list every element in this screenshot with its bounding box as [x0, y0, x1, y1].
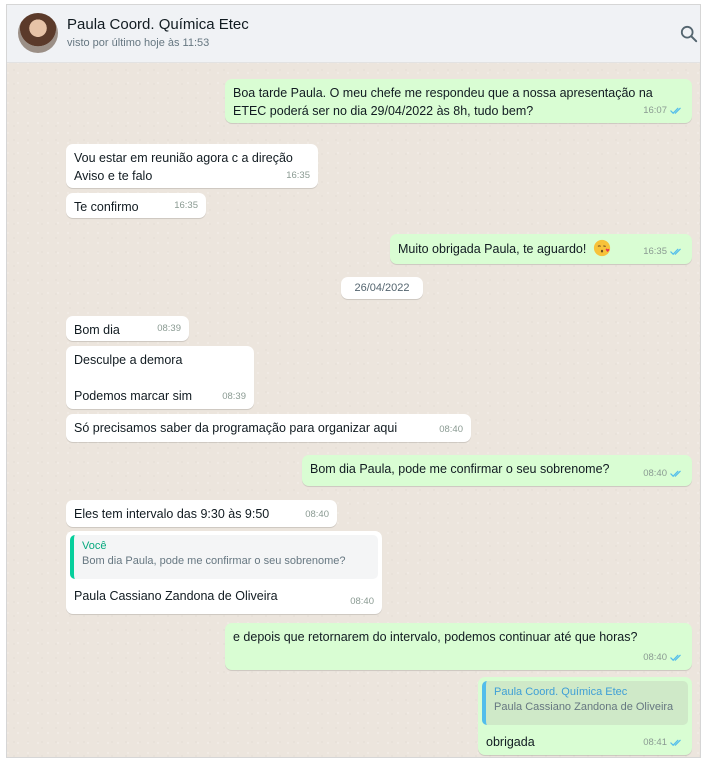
message-text: Boa tarde Paula. O meu chefe me responde…: [233, 86, 657, 118]
double-check-icon: [670, 654, 681, 662]
incoming-reply-message[interactable]: Você Bom dia Paula, pode me confirmar o …: [66, 531, 382, 614]
incoming-message[interactable]: Te confirmo 16:35: [66, 193, 206, 218]
message-text: Paula Cassiano Zandona de Oliveira: [74, 589, 278, 603]
quoted-text: Bom dia Paula, pode me confirmar o seu s…: [82, 555, 346, 567]
outgoing-message[interactable]: e depois que retornarem do intervalo, po…: [225, 623, 692, 670]
last-seen-status: visto por último hoje às 11:53: [67, 37, 210, 49]
quoted-author: Paula Coord. Química Etec: [494, 686, 628, 698]
message-time: 08:39: [222, 391, 246, 402]
message-meta: 08:41: [643, 734, 684, 752]
message-time: 08:40: [439, 424, 463, 435]
message-time: 16:07: [643, 105, 667, 116]
message-text: Bom dia Paula, pode me confirmar o seu s…: [310, 462, 610, 476]
message-text: Vou estar em reunião agora c a direção A…: [74, 151, 293, 183]
message-meta: 16:07: [643, 102, 684, 120]
search-icon[interactable]: [680, 25, 698, 43]
incoming-message[interactable]: Desculpe a demora Podemos marcar sim 08:…: [66, 346, 254, 409]
message-meta: 08:40: [643, 649, 684, 667]
message-text: Eles tem intervalo das 9:30 às 9:50: [74, 507, 270, 521]
outgoing-reply-message[interactable]: Paula Coord. Química Etec Paula Cassiano…: [478, 677, 692, 755]
message-text: e depois que retornarem do intervalo, po…: [233, 630, 638, 644]
quoted-text: Paula Cassiano Zandona de Oliveira: [494, 701, 674, 713]
message-time: 16:35: [643, 246, 667, 257]
message-time: 08:40: [643, 468, 667, 479]
incoming-message[interactable]: Só precisamos saber da programação para …: [66, 414, 471, 442]
incoming-message[interactable]: Vou estar em reunião agora c a direção A…: [66, 144, 318, 188]
double-check-icon: [670, 470, 681, 478]
message-meta: 08:40: [643, 465, 684, 483]
double-check-icon: [670, 739, 681, 747]
quoted-message[interactable]: Você Bom dia Paula, pode me confirmar o …: [70, 535, 378, 579]
message-time: 16:35: [174, 200, 198, 211]
double-check-icon: [670, 107, 681, 115]
message-time: 08:40: [643, 652, 667, 663]
contact-name[interactable]: Paula Coord. Química Etec: [67, 16, 249, 33]
outgoing-message[interactable]: Bom dia Paula, pode me confirmar o seu s…: [302, 455, 692, 486]
incoming-message[interactable]: Bom dia 08:39: [66, 316, 189, 341]
chat-window: Paula Coord. Química Etec visto por últi…: [6, 4, 701, 758]
message-text: Desculpe a demora Podemos marcar sim: [74, 353, 193, 403]
message-list[interactable]: Boa tarde Paula. O meu chefe me responde…: [7, 63, 700, 757]
message-meta: 16:35: [643, 243, 684, 261]
message-time: 08:39: [157, 323, 181, 334]
message-time: 08:41: [643, 737, 667, 748]
quoted-message[interactable]: Paula Coord. Química Etec Paula Cassiano…: [482, 681, 688, 725]
kissing-face-emoji: [593, 239, 610, 257]
double-check-icon: [670, 248, 681, 256]
message-text: Só precisamos saber da programação para …: [74, 421, 398, 435]
message-text: Muito obrigada Paula, te aguardo!: [398, 242, 587, 256]
message-time: 08:40: [350, 596, 374, 607]
date-divider: 26/04/2022: [341, 277, 423, 299]
outgoing-message[interactable]: Boa tarde Paula. O meu chefe me responde…: [225, 79, 692, 123]
message-time: 08:40: [305, 509, 329, 520]
chat-header[interactable]: Paula Coord. Química Etec visto por últi…: [7, 5, 700, 63]
message-time: 16:35: [286, 170, 310, 181]
quoted-author: Você: [82, 540, 107, 552]
outgoing-message[interactable]: Muito obrigada Paula, te aguardo! 16:35: [390, 234, 692, 264]
avatar[interactable]: [18, 13, 58, 53]
incoming-message[interactable]: Eles tem intervalo das 9:30 às 9:50 08:4…: [66, 500, 337, 527]
